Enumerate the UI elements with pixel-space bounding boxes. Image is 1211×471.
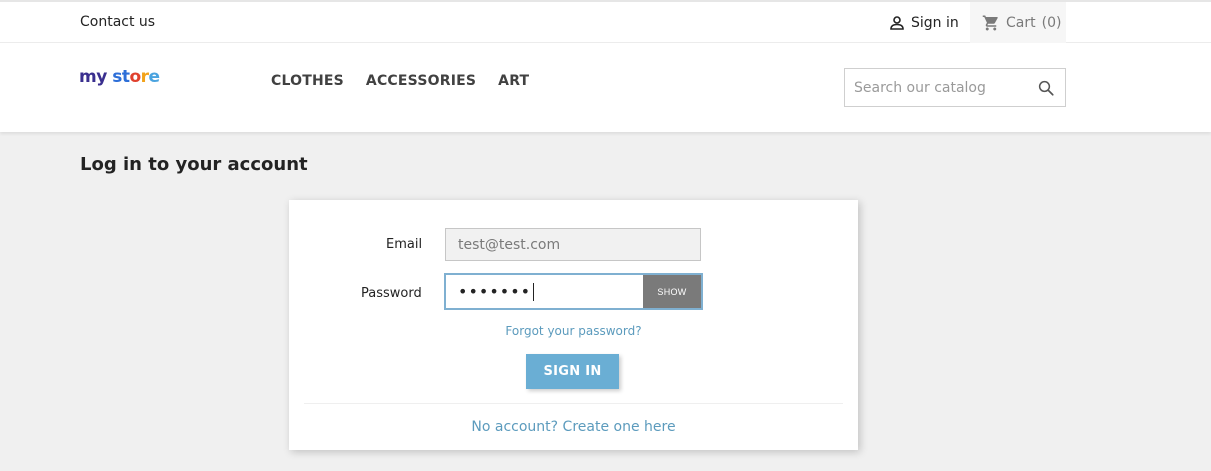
create-account-link[interactable]: No account? Create one here (289, 419, 858, 435)
login-card: Email Password ••••••• SHOW Forgot your … (289, 200, 858, 450)
sign-in-submit-button[interactable]: SIGN IN (526, 354, 619, 389)
logo-text-part: my (79, 67, 107, 87)
top-bar: Contact us Sign in Cart (0) (0, 0, 1211, 43)
email-field[interactable] (445, 228, 701, 261)
nav-item-accessories[interactable]: ACCESSORIES (366, 73, 476, 89)
cart-button[interactable]: Cart (0) (970, 2, 1066, 43)
sign-in-link[interactable]: Sign in (889, 12, 959, 34)
divider (304, 403, 843, 404)
nav-item-clothes[interactable]: CLOTHES (271, 73, 344, 89)
password-value: ••••••• (458, 282, 532, 301)
sign-in-label: Sign in (911, 15, 959, 31)
page-title: Log in to your account (80, 154, 308, 175)
cart-count: (0) (1041, 14, 1062, 31)
nav-item-art[interactable]: ART (498, 73, 529, 89)
main-header: my store CLOTHES ACCESSORIES ART (0, 43, 1211, 132)
password-field[interactable]: ••••••• (446, 275, 643, 308)
search-icon[interactable] (1037, 79, 1055, 97)
logo-text-part: r (140, 67, 149, 87)
text-caret (533, 282, 535, 301)
cart-icon (982, 15, 998, 30)
forgot-password-link[interactable]: Forgot your password? (289, 324, 858, 338)
main-nav: CLOTHES ACCESSORIES ART (271, 73, 529, 89)
logo-text-part: o (129, 67, 141, 87)
email-label: Email (386, 237, 423, 252)
search-input[interactable] (845, 69, 1025, 106)
logo-text-part: e (148, 67, 161, 87)
user-icon (890, 16, 904, 30)
forgot-password-label: Forgot your password? (505, 324, 642, 338)
password-group: ••••••• SHOW (444, 273, 703, 310)
contact-us-link[interactable]: Contact us (80, 14, 155, 30)
show-password-button[interactable]: SHOW (643, 275, 701, 308)
cart-label: Cart (1006, 14, 1036, 31)
search-box (844, 68, 1066, 107)
store-logo[interactable]: my store (79, 67, 160, 87)
logo-text-part: st (112, 67, 130, 87)
password-label: Password (361, 286, 422, 301)
